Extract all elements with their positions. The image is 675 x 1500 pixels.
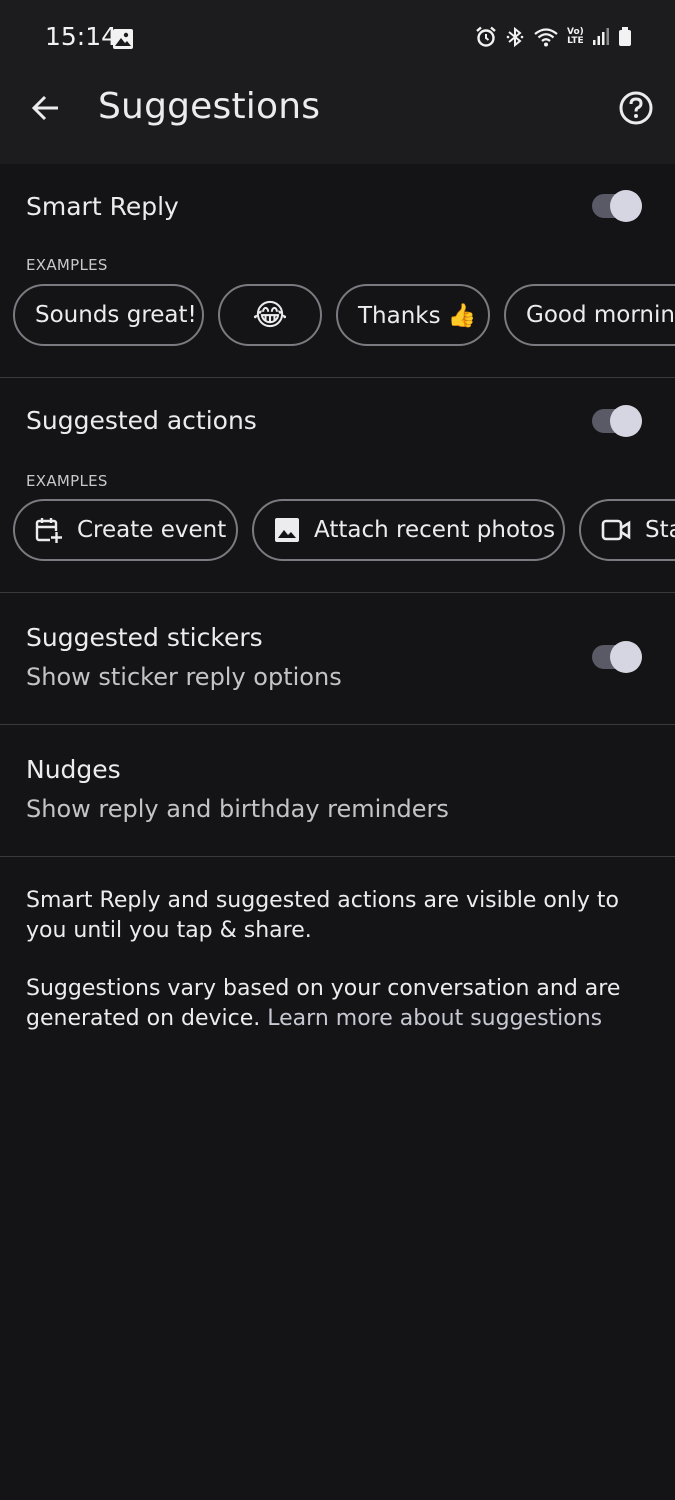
- suggestions-note: Suggestions vary based on your conversat…: [26, 974, 646, 1034]
- chip-label: Sta: [645, 517, 675, 543]
- smart-reply-chip-row: Sounds great! 😂 Thanks 👍 Good morning: [0, 284, 675, 350]
- video-call-chip[interactable]: Sta: [579, 499, 675, 561]
- privacy-note: Smart Reply and suggested actions are vi…: [26, 888, 619, 943]
- bluetooth-icon: [505, 26, 525, 48]
- smart-reply-chip[interactable]: Thanks 👍: [336, 284, 490, 346]
- learn-more-link[interactable]: Learn more about suggestions: [267, 1006, 602, 1031]
- wifi-icon: [533, 26, 559, 48]
- chip-label: Create event: [77, 517, 227, 543]
- volte-indicator: Vo) LTE: [567, 28, 584, 46]
- suggested-actions-examples-label: EXAMPLES: [26, 472, 108, 490]
- help-button[interactable]: [614, 88, 658, 132]
- attach-recent-photos-chip[interactable]: Attach recent photos: [252, 499, 565, 561]
- signal-icon: [592, 27, 610, 47]
- arrow-left-icon: [31, 93, 61, 128]
- suggested-stickers-row[interactable]: Suggested stickers Show sticker reply op…: [0, 593, 675, 724]
- suggested-actions-title: Suggested actions: [26, 406, 257, 435]
- nudges-subtitle: Show reply and birthday reminders: [26, 795, 449, 823]
- back-button[interactable]: [26, 90, 66, 130]
- status-icons: Vo) LTE: [475, 26, 632, 48]
- video-camera-icon: [601, 518, 631, 542]
- smart-reply-examples-label: EXAMPLES: [26, 256, 108, 274]
- volte-bottom-label: LTE: [567, 36, 584, 46]
- suggested-stickers-title: Suggested stickers: [26, 623, 263, 652]
- smart-reply-chip[interactable]: 😂: [218, 284, 322, 346]
- smart-reply-chip[interactable]: Sounds great!: [13, 284, 204, 346]
- battery-icon: [618, 26, 632, 48]
- chip-label: Attach recent photos: [314, 517, 556, 543]
- chip-label: Good morning: [526, 302, 675, 328]
- smart-reply-section: Smart Reply EXAMPLES Sounds great! 😂 Tha…: [0, 164, 675, 376]
- calendar-add-icon: [35, 516, 63, 544]
- smart-reply-title: Smart Reply: [26, 192, 179, 221]
- suggested-actions-section: Suggested actions EXAMPLES Create event …: [0, 378, 675, 592]
- suggested-stickers-subtitle: Show sticker reply options: [26, 663, 342, 691]
- chip-label: Sounds great!: [35, 302, 197, 328]
- suggested-actions-chip-row: Create event Attach recent photos Sta: [0, 499, 675, 565]
- image-icon: [274, 517, 300, 543]
- gallery-notification-icon: [112, 28, 134, 55]
- nudges-title: Nudges: [26, 755, 121, 784]
- divider: [0, 856, 675, 857]
- alarm-icon: [475, 26, 497, 48]
- suggested-stickers-toggle[interactable]: [590, 639, 646, 675]
- create-event-chip[interactable]: Create event: [13, 499, 238, 561]
- help-circle-icon: [618, 90, 654, 131]
- smart-reply-chip[interactable]: Good morning: [504, 284, 675, 346]
- status-time: 15:14: [45, 22, 118, 51]
- smart-reply-toggle[interactable]: [590, 188, 646, 224]
- chip-label: 😂: [252, 297, 288, 333]
- nudges-row[interactable]: Nudges Show reply and birthday reminders: [0, 725, 675, 856]
- chip-label: Thanks 👍: [358, 302, 477, 329]
- suggested-actions-toggle[interactable]: [590, 403, 646, 439]
- app-bar: Suggestions: [0, 74, 675, 164]
- status-bar: 15:14 Vo) LTE: [0, 0, 675, 74]
- page-title: Suggestions: [98, 86, 321, 127]
